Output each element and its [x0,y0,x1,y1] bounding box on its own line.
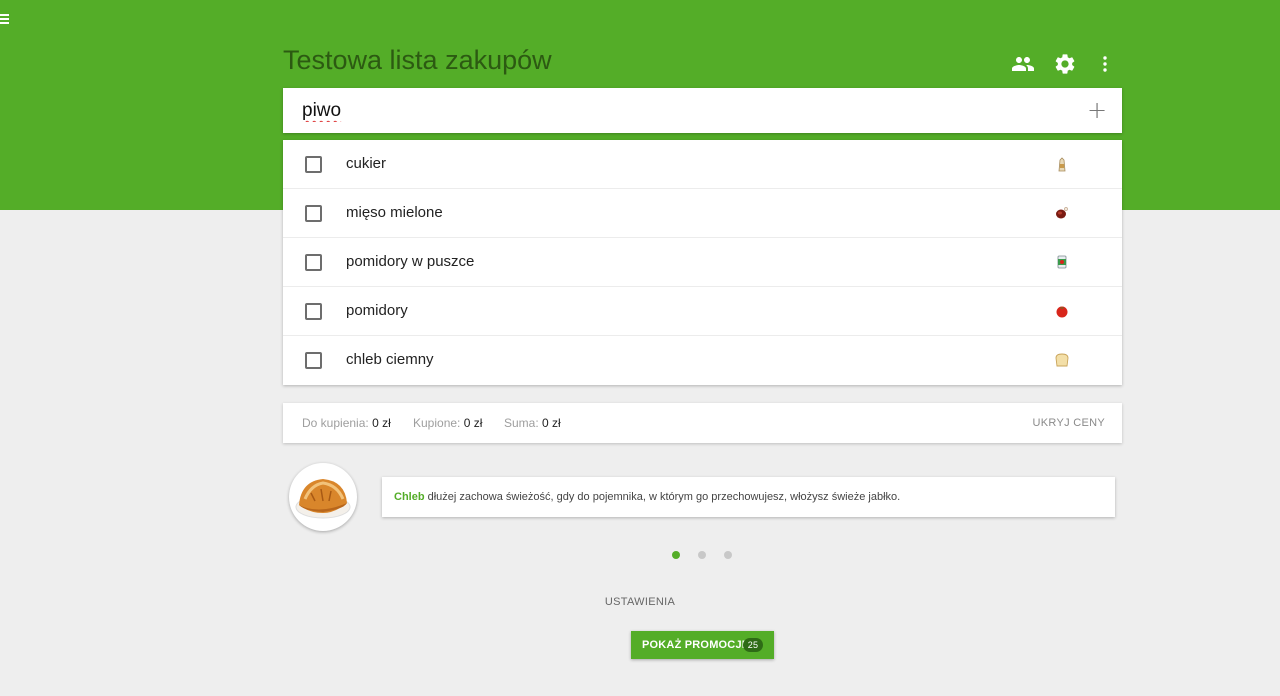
gear-icon[interactable] [1053,52,1077,76]
item-checkbox[interactable] [305,254,322,271]
item-checkbox[interactable] [305,205,322,222]
menu-icon[interactable] [0,14,10,26]
item-checkbox[interactable] [305,352,322,369]
total-label: Suma: [504,416,539,430]
list-item[interactable]: cukier [283,140,1122,189]
pagination-dot-3[interactable] [724,551,732,559]
new-item-input[interactable] [302,97,1062,125]
page-title: Testowa lista zakupów [283,45,552,75]
item-label: pomidory [346,302,408,319]
item-checkbox[interactable] [305,156,322,173]
bought-summary: Kupione: 0 zł [413,416,482,430]
item-label: pomidory w puszce [346,253,475,270]
bought-label: Kupione: [413,416,461,430]
plus-icon[interactable]: + [1086,98,1108,122]
tip-text: dłużej zachowa świeżość, gdy do pojemnik… [424,491,901,503]
list-item[interactable]: pomidory w puszce [283,238,1122,287]
to-buy-value: 0 zł [372,416,391,430]
more-vert-icon[interactable] [1093,52,1117,76]
to-buy-summary: Do kupienia: 0 zł [302,416,391,430]
show-promotions-button[interactable]: POKAŻ PROMOCJE 25 [631,631,774,659]
item-checkbox[interactable] [305,303,322,320]
to-buy-label: Do kupienia: [302,416,369,430]
new-item-card: + [283,88,1122,133]
list-item[interactable]: mięso mielone [283,189,1122,238]
bread-icon [1053,351,1071,369]
tomato-icon [1053,302,1071,320]
item-label: chleb ciemny [346,351,434,368]
settings-link-wrapper: USTAWIENIA [0,596,1280,608]
tip-highlight: Chleb [394,491,425,503]
bought-value: 0 zł [463,416,483,430]
meat-icon [1053,204,1071,222]
promo-label: POKAŻ PROMOCJE [642,639,750,651]
tomato-can-icon [1053,253,1071,271]
list-item[interactable]: chleb ciemny [283,336,1122,385]
tip-card: Chleb dłużej zachowa świeżość, gdy do po… [382,477,1115,517]
shopping-list: cukier mięso mielone pomidory w puszce p… [283,140,1122,385]
pagination-dot-1[interactable] [672,551,680,559]
price-summary: Do kupienia: 0 zł Kupione: 0 zł Suma: 0 … [283,403,1122,443]
promo-count-badge: 25 [743,638,763,652]
sugar-icon [1053,155,1071,173]
total-value: 0 zł [542,416,561,430]
item-label: mięso mielone [346,204,443,221]
people-icon[interactable] [1011,52,1035,76]
list-item[interactable]: pomidory [283,287,1122,336]
settings-link[interactable]: USTAWIENIA [605,596,675,608]
bread-loaf-image [289,463,357,531]
pagination-dot-2[interactable] [698,551,706,559]
item-label: cukier [346,155,387,172]
total-summary: Suma: 0 zł [504,416,561,430]
hide-prices-button[interactable]: UKRYJ CENY [1033,417,1105,429]
